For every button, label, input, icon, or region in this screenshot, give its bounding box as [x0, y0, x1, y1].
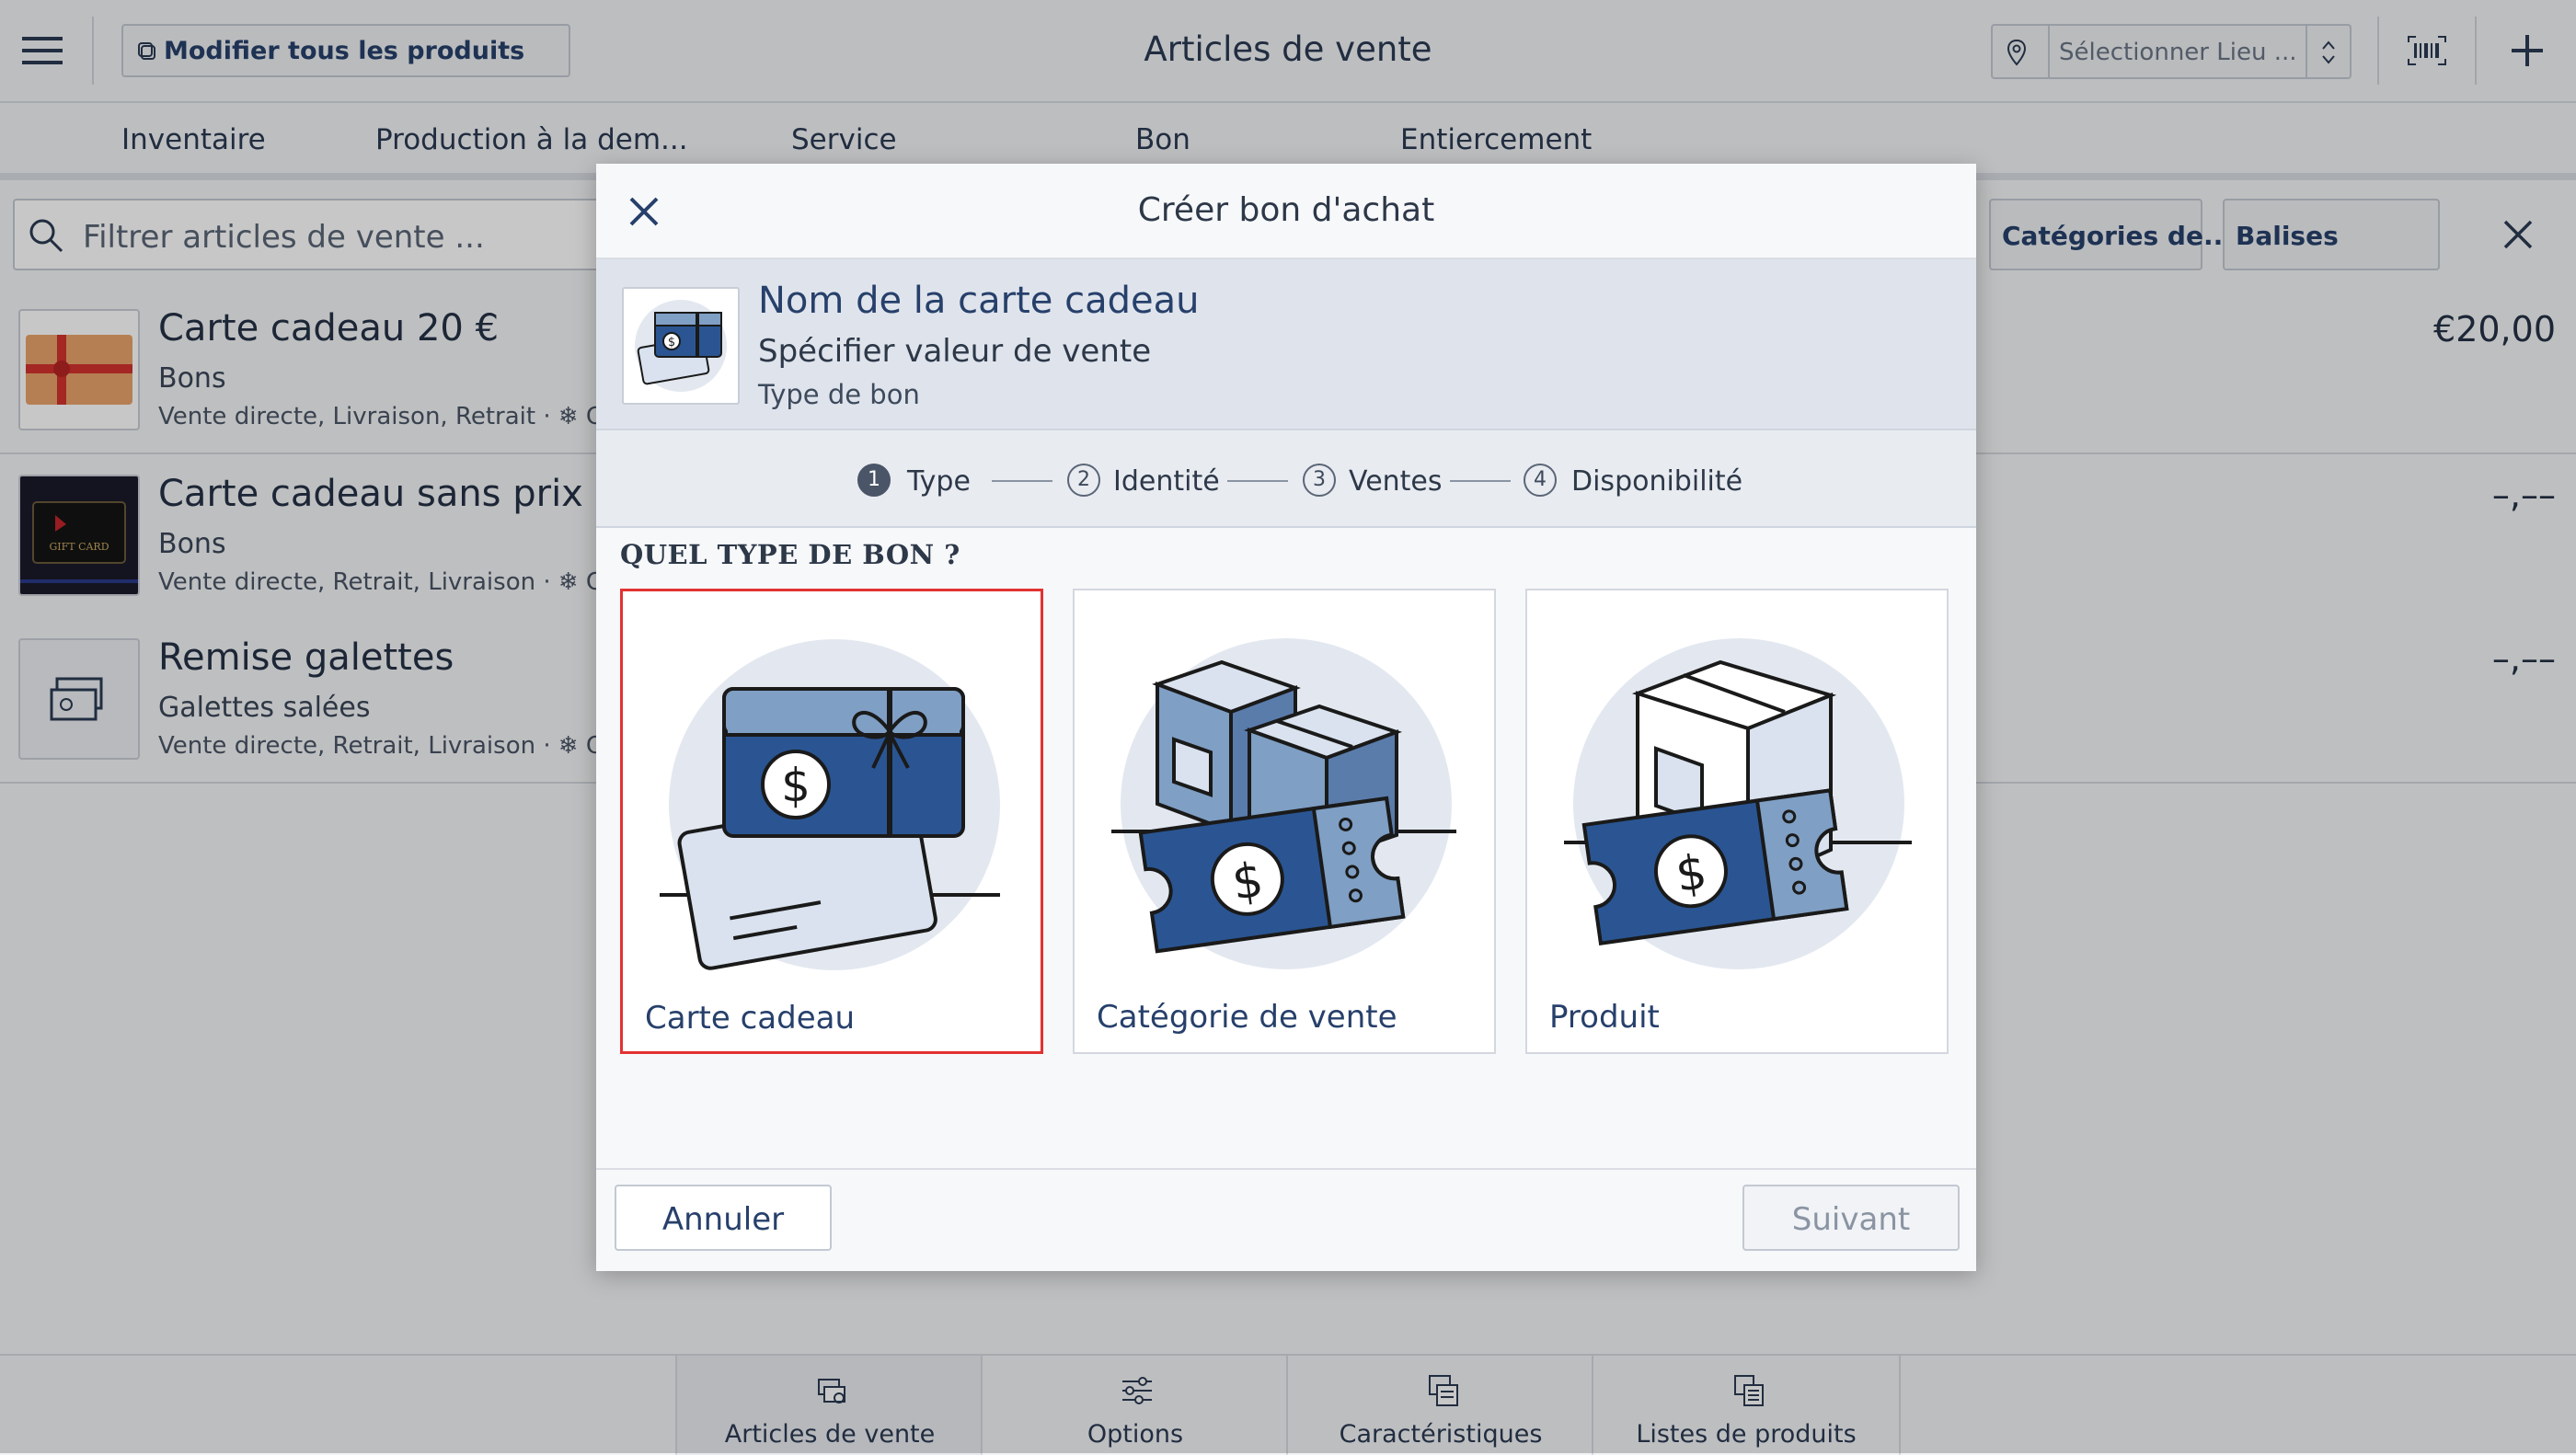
product-illustration: $ [1564, 638, 1912, 969]
wizard-steps: 1 Type 2 Identité 3 Ventes 4 Disponibili… [596, 430, 1976, 528]
question-label: QUEL TYPE DE BON ? [620, 539, 960, 570]
step-4-number: 4 [1524, 464, 1557, 497]
voucher-info: $ Nom de la carte cadeau Spécifier valeu… [596, 259, 1976, 430]
sale-value-hint: Spécifier valeur de vente [758, 333, 1152, 370]
sales-category-illustration: $ [1111, 638, 1456, 969]
cancel-button[interactable]: Annuler [615, 1185, 832, 1251]
option-label: Catégorie de vente [1097, 999, 1397, 1036]
option-label: Produit [1549, 999, 1660, 1036]
option-product[interactable]: $ Produit [1525, 589, 1949, 1054]
dialog-footer: Annuler Suivant [596, 1168, 1976, 1271]
option-gift-card[interactable]: $ Carte cadeau [620, 589, 1043, 1054]
step-2-number: 2 [1067, 464, 1100, 497]
svg-text:$: $ [668, 336, 675, 349]
step-connector [992, 480, 1052, 482]
dialog-title: Créer bon d'achat [1137, 191, 1435, 229]
next-button[interactable]: Suivant [1742, 1185, 1960, 1251]
step-1-label: Type [907, 465, 971, 498]
dialog-header: Créer bon d'achat [596, 164, 1976, 259]
step-connector [1227, 480, 1288, 482]
step-3-number: 3 [1303, 464, 1336, 497]
gift-card-illustration: $ [660, 639, 1000, 970]
step-1-number: 1 [857, 464, 891, 497]
voucher-type-label: Type de bon [758, 379, 920, 410]
step-connector [1450, 480, 1511, 482]
step-4-label: Disponibilité [1571, 465, 1743, 498]
gift-card-name: Nom de la carte cadeau [758, 280, 1200, 322]
svg-text:$: $ [781, 759, 811, 812]
create-voucher-dialog: Créer bon d'achat $ Nom de la carte cade… [596, 164, 1976, 1271]
dialog-body: QUEL TYPE DE BON ? $ Carte cadeau $ Caté… [596, 528, 1976, 1170]
step-3-label: Ventes [1349, 465, 1443, 498]
option-label: Carte cadeau [645, 1000, 856, 1037]
gift-card-preview: $ [622, 287, 740, 405]
step-2-label: Identité [1113, 465, 1220, 498]
option-sales-category[interactable]: $ Catégorie de vente [1073, 589, 1496, 1054]
